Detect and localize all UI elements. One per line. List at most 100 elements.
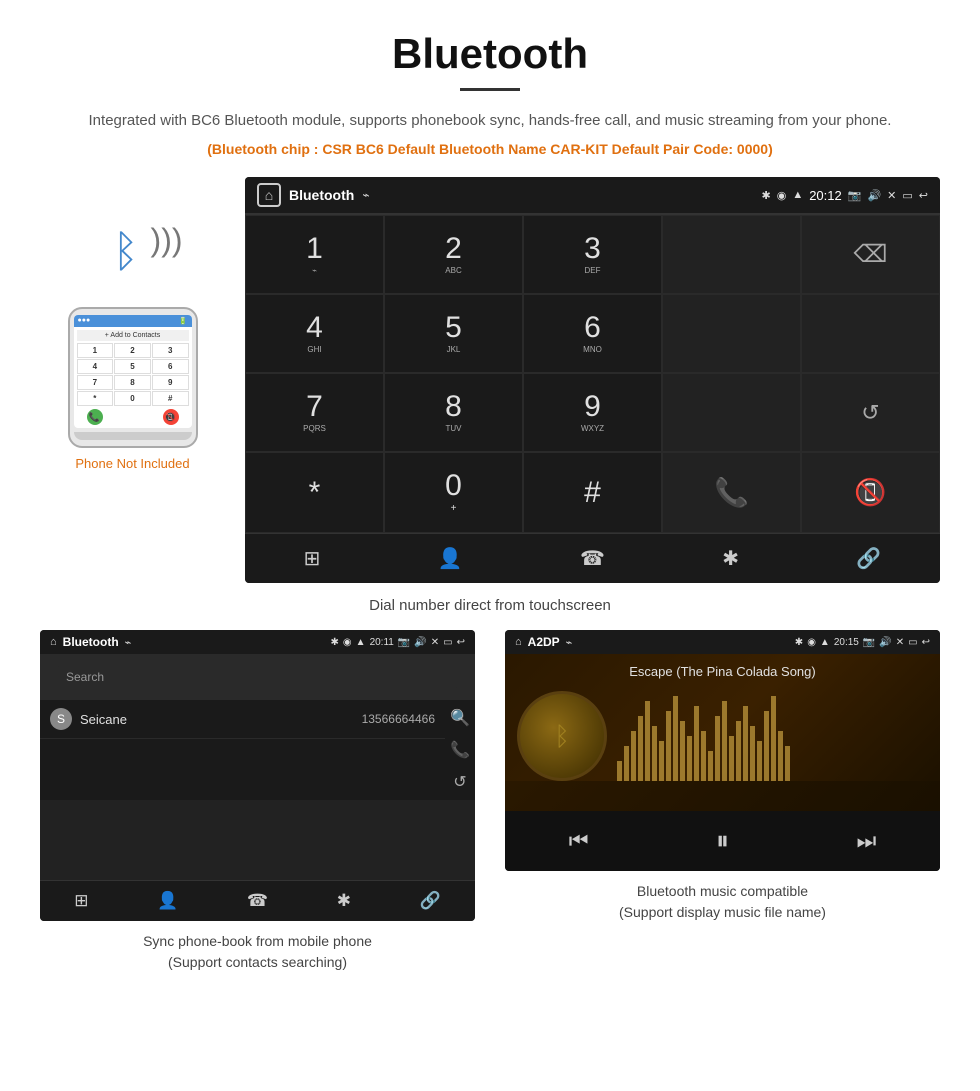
nav-link-icon[interactable]: 🔗	[856, 546, 881, 571]
pb-nav-user-icon[interactable]: 👤	[157, 891, 178, 911]
phone-call-row: 📞 📵	[77, 409, 189, 425]
phone-key-1[interactable]: 1	[77, 343, 114, 358]
phone-screen-header: ●●● 🔋	[74, 315, 192, 327]
nav-bluetooth-icon[interactable]: ✱	[722, 546, 739, 571]
music-back-icon[interactable]: ↩	[922, 637, 930, 648]
music-album-area: ᛒ	[505, 683, 940, 781]
dial-key-star[interactable]: *	[245, 452, 384, 533]
music-close-icon[interactable]: ✕	[896, 637, 904, 648]
title-section: Bluetooth Integrated with BC6 Bluetooth …	[0, 0, 980, 167]
phone-key-hash[interactable]: #	[152, 391, 189, 406]
camera-icon[interactable]: 📷	[848, 189, 862, 202]
music-album-art: ᛒ	[517, 691, 607, 781]
music-caption-line2: (Support display music file name)	[619, 904, 826, 920]
pb-sig-icon: ▲	[356, 637, 366, 648]
music-next-button[interactable]: ⏭	[856, 828, 876, 854]
phone-green-call-button[interactable]: 📞	[87, 409, 103, 425]
dial-key-2[interactable]: 2 ABC	[384, 215, 523, 294]
android-statusbar: ⌂ Bluetooth ⌁ ✱ ◉ ▲ 20:12 📷 🔊 ✕ ▭ ↩	[245, 177, 940, 214]
nav-grid-icon[interactable]: ⊞	[304, 546, 321, 571]
phone-key-6[interactable]: 6	[152, 359, 189, 374]
pb-cam-icon[interactable]: 📷	[398, 637, 410, 648]
phone-key-0[interactable]: 0	[114, 391, 151, 406]
phone-key-5[interactable]: 5	[114, 359, 151, 374]
viz-bar	[715, 716, 720, 781]
dial-delete-button[interactable]: ⌫	[801, 215, 940, 294]
phone-key-4[interactable]: 4	[77, 359, 114, 374]
phone-key-7[interactable]: 7	[77, 375, 114, 390]
dialpad-grid: 1 ⌁ 2 ABC 3 DEF ⌫ 4 GHI 5 JKL	[245, 214, 940, 533]
pb-screen-icon[interactable]: ▭	[443, 637, 452, 648]
bottom-row: ⌂ Bluetooth ⌁ ✱ ◉ ▲ 20:11 📷 🔊 ✕ ▭ ↩ Sea	[0, 620, 980, 973]
dial-key-7[interactable]: 7 PQRS	[245, 373, 384, 452]
signal-status-icon: ▲	[792, 189, 803, 201]
pb-refresh-icon[interactable]: ↺	[453, 772, 466, 792]
pb-nav-link-icon[interactable]: 🔗	[420, 891, 441, 911]
dial-key-8[interactable]: 8 TUV	[384, 373, 523, 452]
music-prev-button[interactable]: ⏮	[569, 828, 589, 854]
viz-bar	[722, 701, 727, 781]
pb-home-icon[interactable]: ⌂	[50, 636, 57, 648]
pb-close-icon[interactable]: ✕	[431, 637, 439, 648]
pb-call-icon[interactable]: 📞	[450, 740, 470, 760]
phone-key-8[interactable]: 8	[114, 375, 151, 390]
dial-key-5[interactable]: 5 JKL	[384, 294, 523, 373]
nav-phone-icon[interactable]: ☎	[580, 546, 605, 571]
statusbar-right: ✱ ◉ ▲ 20:12 📷 🔊 ✕ ▭ ↩	[761, 188, 928, 203]
music-controls: ⏮ ⏸ ⏭	[505, 811, 940, 871]
pb-contact-avatar: S	[50, 708, 72, 730]
android-dial-screen: ⌂ Bluetooth ⌁ ✱ ◉ ▲ 20:12 📷 🔊 ✕ ▭ ↩ 1 ⌁	[245, 177, 940, 583]
green-phone-icon: 📞	[714, 476, 749, 509]
pb-search-icon[interactable]: 🔍	[450, 708, 470, 728]
nav-contacts-icon[interactable]: 👤	[438, 546, 463, 571]
phone-key-star[interactable]: *	[77, 391, 114, 406]
pb-search-field[interactable]: Search	[56, 666, 459, 688]
dial-key-6[interactable]: 6 MNO	[523, 294, 662, 373]
bluetooth-symbol-icon: ᛒ	[113, 227, 139, 277]
music-play-pause-button[interactable]: ⏸	[716, 825, 729, 857]
music-song-title: Escape (The Pina Colada Song)	[619, 654, 825, 683]
music-bt-icon: ✱	[795, 637, 803, 648]
volume-icon[interactable]: 🔊	[867, 189, 881, 202]
pb-nav-grid-icon[interactable]: ⊞	[74, 891, 88, 911]
phone-key-3[interactable]: 3	[152, 343, 189, 358]
dial-reload-button[interactable]: ↺	[801, 373, 940, 452]
music-vol-icon[interactable]: 🔊	[879, 637, 891, 648]
dial-empty-1	[662, 215, 801, 294]
viz-bar	[708, 751, 713, 781]
viz-bar	[771, 696, 776, 781]
pb-nav-phone-icon[interactable]: ☎	[247, 891, 268, 911]
dial-key-0[interactable]: 0 +	[384, 452, 523, 533]
dial-call-button[interactable]: 📞	[662, 452, 801, 533]
viz-bar	[652, 726, 657, 781]
phone-red-call-button[interactable]: 📵	[163, 409, 179, 425]
dial-key-1[interactable]: 1 ⌁	[245, 215, 384, 294]
back-icon[interactable]: ↩	[919, 189, 928, 202]
pb-contact-row[interactable]: S Seicane 13566664466	[40, 700, 445, 739]
viz-bar	[778, 731, 783, 781]
music-body: Escape (The Pina Colada Song) ᛒ	[505, 654, 940, 811]
dial-key-hash[interactable]: #	[523, 452, 662, 533]
dial-end-button[interactable]: 📵	[801, 452, 940, 533]
pb-vol-icon[interactable]: 🔊	[414, 637, 426, 648]
phonebook-item: ⌂ Bluetooth ⌁ ✱ ◉ ▲ 20:11 📷 🔊 ✕ ▭ ↩ Sea	[40, 630, 475, 973]
phone-key-2[interactable]: 2	[114, 343, 151, 358]
main-caption: Dial number direct from touchscreen	[0, 583, 980, 620]
pb-nav-bt-icon[interactable]: ✱	[337, 891, 351, 911]
pb-usb-icon: ⌁	[125, 636, 132, 649]
phonebook-screen: ⌂ Bluetooth ⌁ ✱ ◉ ▲ 20:11 📷 🔊 ✕ ▭ ↩ Sea	[40, 630, 475, 921]
screen-icon[interactable]: ▭	[902, 189, 912, 202]
pb-time: 20:11	[370, 637, 394, 648]
pb-search-bar[interactable]: Search	[40, 654, 475, 700]
music-screen: ⌂ A2DP ⌁ ✱ ◉ ▲ 20:15 📷 🔊 ✕ ▭ ↩ Escape (	[505, 630, 940, 871]
dial-key-4[interactable]: 4 GHI	[245, 294, 384, 373]
home-icon[interactable]: ⌂	[257, 183, 281, 207]
pb-back-icon[interactable]: ↩	[457, 637, 465, 648]
music-home-icon[interactable]: ⌂	[515, 636, 522, 648]
dial-key-9[interactable]: 9 WXYZ	[523, 373, 662, 452]
dial-key-3[interactable]: 3 DEF	[523, 215, 662, 294]
music-screen-icon[interactable]: ▭	[908, 637, 917, 648]
phone-key-9[interactable]: 9	[152, 375, 189, 390]
music-cam-icon[interactable]: 📷	[863, 637, 875, 648]
close-icon[interactable]: ✕	[887, 189, 896, 202]
